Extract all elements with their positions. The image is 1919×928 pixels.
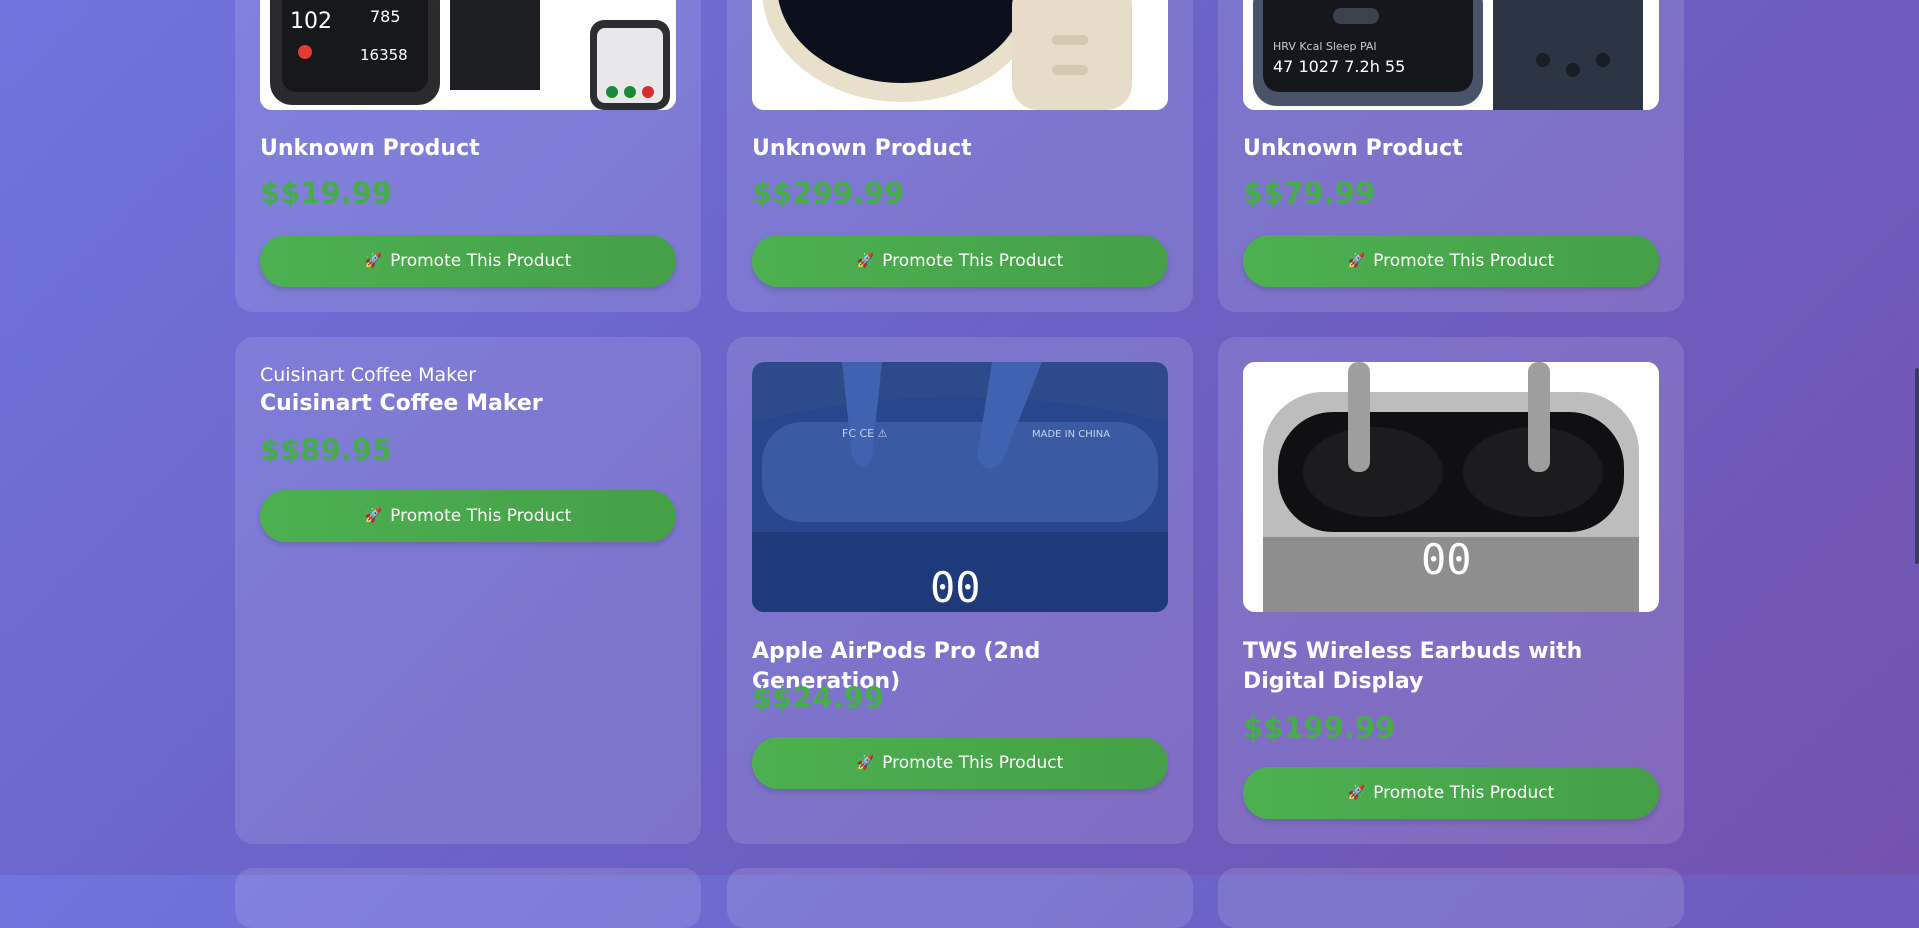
promote-button-label: Promote This Product [1373, 251, 1555, 271]
product-card [727, 868, 1193, 928]
svg-text:FC CE ⚠: FC CE ⚠ [842, 427, 888, 440]
product-card: Cuisinart Coffee Maker Cuisinart Coffee … [235, 337, 701, 844]
product-price: $$19.99 [260, 176, 393, 210]
product-image: 00 [1243, 362, 1659, 612]
svg-text:HRV Kcal Sleep PAI: HRV Kcal Sleep PAI [1273, 40, 1377, 53]
promote-product-button[interactable]: 🚀 Promote This Product [260, 235, 676, 287]
svg-text:102: 102 [290, 9, 332, 34]
product-title: TWS Wireless Earbuds with Digital Displa… [1243, 639, 1583, 694]
product-image: 102 785 16358 [260, 0, 676, 110]
promote-button-label: Promote This Product [882, 753, 1064, 773]
promote-product-button[interactable]: 🚀 Promote This Product [1243, 235, 1659, 287]
rocket-icon: 🚀 [364, 253, 383, 269]
rocket-icon: 🚀 [364, 508, 383, 524]
rocket-icon: 🚀 [1347, 253, 1366, 269]
product-card: HRV Kcal Sleep PAI 47 1027 7.2h 55 Unkno… [1218, 0, 1684, 312]
product-image [752, 0, 1168, 110]
promote-button-label: Promote This Product [1373, 783, 1555, 803]
svg-text:16358: 16358 [360, 46, 408, 64]
rocket-icon: 🚀 [856, 253, 875, 269]
product-price: $$199.99 [1243, 711, 1396, 745]
product-title: Unknown Product [1243, 136, 1463, 161]
product-card: Unknown Product $$299.99 🚀 Promote This … [727, 0, 1193, 312]
promote-product-button[interactable]: 🚀 Promote This Product [260, 490, 676, 542]
svg-text:MADE IN CHINA: MADE IN CHINA [1032, 429, 1110, 440]
product-card: 00 TWS Wireless Earbuds with Digital Dis… [1218, 337, 1684, 844]
product-card: 102 785 16358 Unknown Product $$19.99 🚀 … [235, 0, 701, 312]
product-price: $$79.99 [1243, 176, 1376, 210]
product-card [1218, 868, 1684, 928]
svg-text:00: 00 [930, 563, 981, 612]
svg-text:785: 785 [370, 7, 401, 26]
product-price: $$89.95 [260, 433, 393, 467]
product-image: HRV Kcal Sleep PAI 47 1027 7.2h 55 [1243, 0, 1659, 110]
product-title: Unknown Product [260, 136, 480, 161]
product-price: $$299.99 [752, 176, 905, 210]
product-subtitle: Cuisinart Coffee Maker [260, 364, 477, 386]
product-card: FC CE ⚠ MADE IN CHINA 00 Apple AirPods P… [727, 337, 1193, 844]
page-scrollbar-thumb[interactable] [1915, 368, 1919, 564]
svg-text:47 1027 7.2h 55: 47 1027 7.2h 55 [1273, 57, 1405, 76]
product-card [235, 868, 701, 928]
product-price: $$24.99 [752, 681, 885, 715]
promote-product-button[interactable]: 🚀 Promote This Product [752, 235, 1168, 287]
product-title: Cuisinart Coffee Maker [260, 391, 543, 416]
product-title: Unknown Product [752, 136, 972, 161]
rocket-icon: 🚀 [1347, 785, 1366, 801]
promote-button-label: Promote This Product [882, 251, 1064, 271]
rocket-icon: 🚀 [856, 755, 875, 771]
promote-button-label: Promote This Product [390, 506, 572, 526]
promote-product-button[interactable]: 🚀 Promote This Product [1243, 767, 1659, 819]
svg-text:00: 00 [1421, 535, 1472, 584]
promote-product-button[interactable]: 🚀 Promote This Product [752, 737, 1168, 789]
product-image: FC CE ⚠ MADE IN CHINA 00 [752, 362, 1168, 612]
promote-button-label: Promote This Product [390, 251, 572, 271]
